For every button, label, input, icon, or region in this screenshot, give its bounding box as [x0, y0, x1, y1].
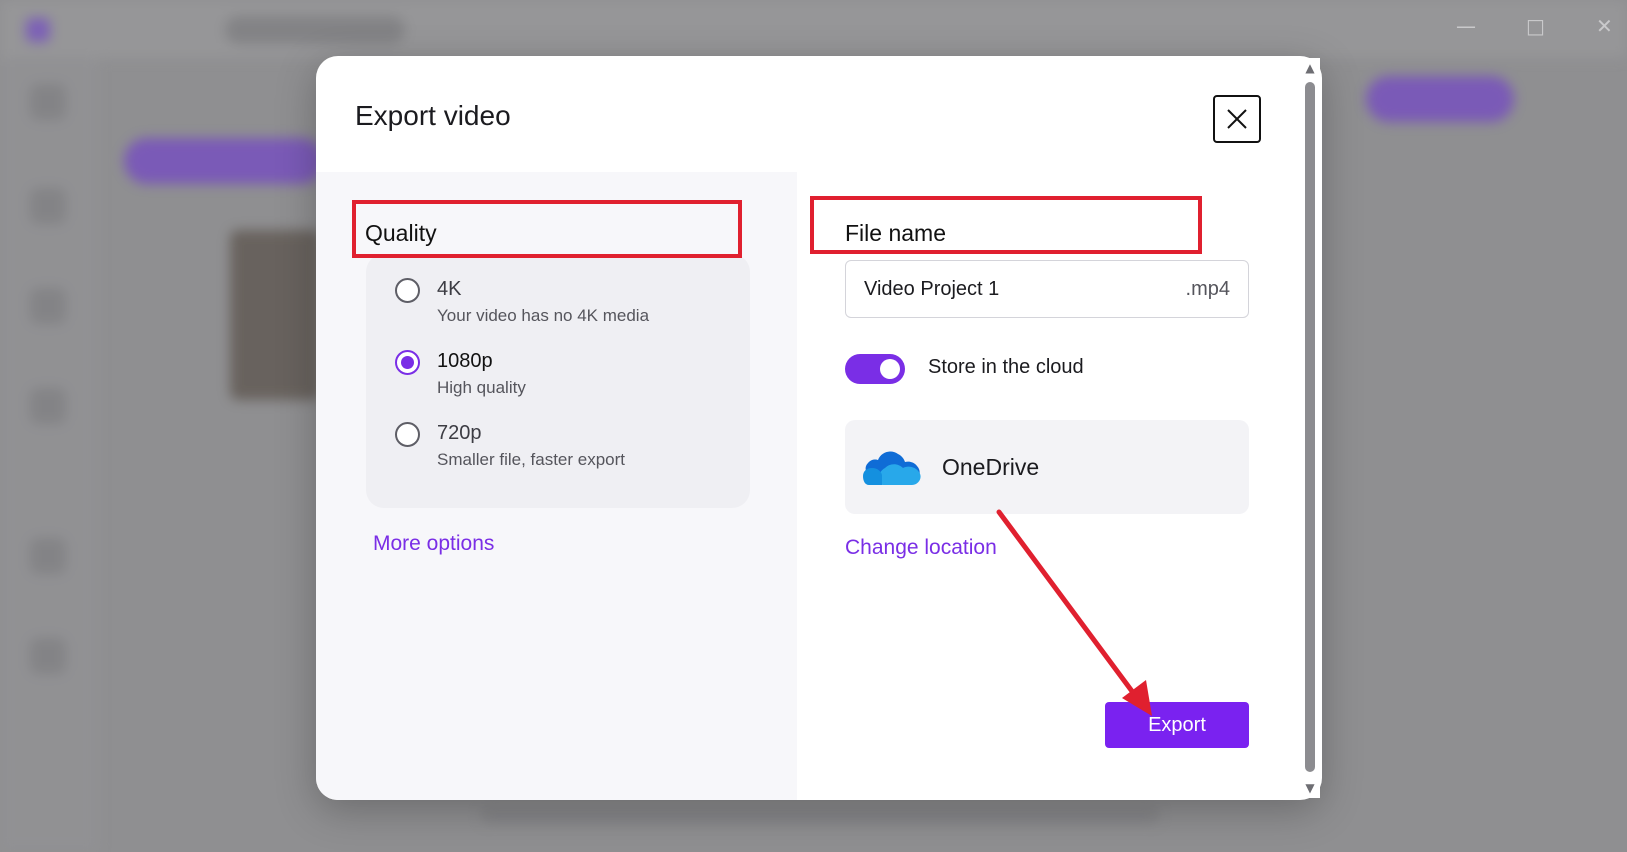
option-subtitle: Smaller file, faster export — [437, 450, 626, 469]
window-close-icon[interactable]: ✕ — [1596, 14, 1613, 38]
sidebar-icon — [30, 188, 66, 224]
sidebar-icon — [30, 638, 66, 674]
option-subtitle: High quality — [437, 378, 526, 397]
file-extension: .mp4 — [1185, 277, 1230, 300]
background-scrubber — [480, 806, 1160, 824]
store-in-cloud-label: Store in the cloud — [928, 356, 1084, 378]
onedrive-cloud-icon — [863, 451, 921, 485]
sidebar-icon — [30, 288, 66, 324]
more-options-link[interactable]: More options — [373, 532, 494, 556]
export-button[interactable]: Export — [1105, 702, 1249, 748]
background-tab — [225, 16, 405, 44]
quality-heading: Quality — [365, 220, 437, 246]
export-dialog: Export video Quality File name 4K Your v… — [316, 56, 1322, 800]
background-button — [1366, 76, 1514, 122]
scroll-down-icon[interactable]: ▼ — [1303, 781, 1317, 795]
background-sidebar — [0, 58, 98, 852]
quality-option-720p[interactable]: 720p Smaller file, faster export — [395, 418, 625, 472]
scroll-up-icon[interactable]: ▲ — [1303, 61, 1317, 75]
background-thumbnail — [230, 230, 320, 400]
file-name-value[interactable]: Video Project 1 — [864, 278, 999, 301]
change-location-link[interactable]: Change location — [845, 536, 997, 560]
store-in-cloud-toggle[interactable] — [845, 354, 905, 384]
file-name-field[interactable]: Video Project 1 .mp4 — [845, 260, 1249, 318]
quality-options: 4K Your video has no 4K media 1080p High… — [366, 254, 750, 508]
maximize-icon[interactable]: □ — [1526, 14, 1545, 38]
storage-location-card[interactable]: OneDrive — [845, 420, 1249, 514]
option-title: 4K — [437, 278, 462, 300]
radio-button[interactable] — [395, 422, 420, 447]
radio-button-selected[interactable] — [395, 350, 420, 375]
sidebar-icon — [30, 388, 66, 424]
sidebar-icon — [30, 538, 66, 574]
file-name-heading: File name — [845, 220, 946, 246]
background-button — [124, 138, 324, 184]
dialog-scrollbar[interactable]: ▲ ▼ — [1300, 58, 1320, 798]
sidebar-icon — [30, 84, 66, 120]
close-button[interactable] — [1213, 95, 1261, 143]
quality-option-1080p[interactable]: 1080p High quality — [395, 346, 526, 400]
option-title: 1080p — [437, 350, 493, 372]
app-logo-icon — [26, 18, 50, 42]
scroll-thumb[interactable] — [1305, 82, 1315, 772]
storage-location-name: OneDrive — [942, 453, 1040, 480]
quality-option-4k[interactable]: 4K Your video has no 4K media — [395, 274, 649, 328]
radio-button[interactable] — [395, 278, 420, 303]
option-subtitle: Your video has no 4K media — [437, 306, 650, 325]
close-icon — [1227, 109, 1247, 129]
option-title: 720p — [437, 422, 482, 444]
dialog-title: Export video — [355, 100, 511, 131]
minimize-icon[interactable]: — — [1456, 14, 1476, 38]
